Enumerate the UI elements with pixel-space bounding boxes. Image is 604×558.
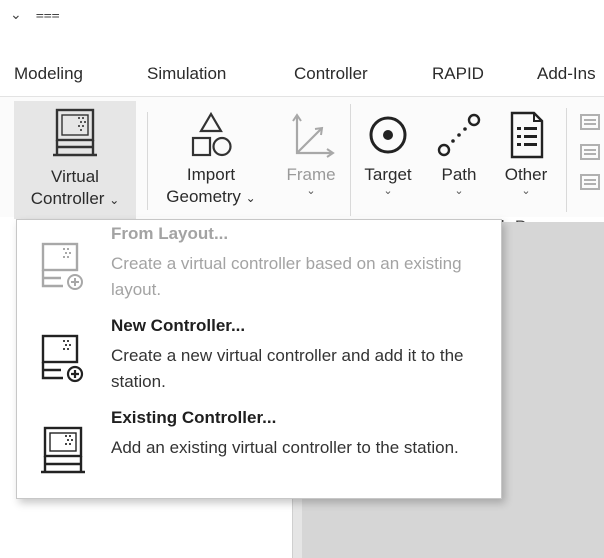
- menu-item-description: Add an existing virtual controller to th…: [111, 438, 459, 457]
- menu-item-description: Create a virtual controller based on an …: [111, 254, 462, 299]
- tab-simulation[interactable]: Simulation: [147, 64, 226, 84]
- import-geometry-button[interactable]: Import Geometry ⌄: [157, 101, 265, 209]
- quick-access-toolbar: ⌄ ⩶: [10, 6, 60, 23]
- menu-item-title: New Controller...: [111, 316, 246, 335]
- frame-icon: [292, 113, 335, 158]
- chevron-down-icon: ⌄: [454, 185, 464, 197]
- tab-rapid[interactable]: RAPID: [432, 64, 484, 84]
- menu-item-new-controller[interactable]: New Controller... Create a new virtual c…: [17, 312, 501, 402]
- from-layout-icon: [41, 242, 83, 290]
- menu-item-from-layout[interactable]: From Layout... Create a virtual controll…: [17, 220, 501, 310]
- target-button[interactable]: Target ⌄: [356, 101, 420, 197]
- tab-controller[interactable]: Controller: [294, 64, 368, 84]
- virtual-controller-label-line1: Virtual: [51, 167, 99, 186]
- target-icon: [369, 116, 407, 154]
- chevron-down-icon: ⌄: [245, 191, 256, 205]
- frame-button[interactable]: Frame ⌄: [276, 101, 346, 197]
- tab-modeling[interactable]: Modeling: [14, 64, 83, 84]
- path-icon: [437, 113, 481, 157]
- tab-add-ins[interactable]: Add-Ins: [537, 64, 596, 84]
- import-geometry-label-line1: Import: [186, 165, 236, 184]
- virtual-controller-label-line2: Controller ⌄: [30, 189, 120, 208]
- menu-item-description: Create a new virtual controller and add …: [111, 346, 464, 391]
- small-tool-icon[interactable]: [578, 172, 602, 194]
- other-button[interactable]: Other ⌄: [494, 101, 558, 197]
- small-tool-icon[interactable]: [578, 142, 602, 164]
- customize-toolbar-icon[interactable]: ⩶: [36, 6, 60, 23]
- frame-label: Frame: [286, 165, 336, 184]
- existing-controller-icon: [41, 426, 85, 474]
- menu-item-title: Existing Controller...: [111, 408, 277, 427]
- virtual-controller-menu: From Layout... Create a virtual controll…: [16, 219, 502, 499]
- quick-access-dropdown-icon[interactable]: ⌄: [10, 6, 22, 23]
- import-geometry-icon: [191, 111, 232, 157]
- virtual-controller-button[interactable]: Virtual Controller ⌄: [14, 101, 136, 219]
- ribbon-tabs: Modeling Simulation Controller RAPID Add…: [0, 60, 604, 90]
- menu-item-title: From Layout...: [111, 224, 229, 243]
- chevron-down-icon: ⌄: [109, 193, 120, 207]
- path-label: Path: [441, 165, 477, 184]
- import-geometry-label-line2: Geometry ⌄: [166, 187, 256, 206]
- small-tool-icon[interactable]: [578, 112, 602, 134]
- chevron-down-icon: ⌄: [383, 185, 393, 197]
- small-tools-column: [578, 112, 604, 194]
- ribbon-separator: [350, 104, 351, 216]
- document-list-icon: [510, 111, 544, 159]
- ribbon-separator: [147, 112, 148, 210]
- new-controller-icon: [41, 334, 84, 383]
- other-label: Other: [504, 165, 548, 184]
- path-button[interactable]: Path ⌄: [428, 101, 490, 197]
- menu-item-existing-controller[interactable]: Existing Controller... Add an existing v…: [17, 404, 501, 494]
- ribbon-separator: [566, 108, 567, 212]
- virtual-controller-icon: [53, 108, 97, 157]
- target-label: Target: [364, 165, 412, 184]
- chevron-down-icon: ⌄: [521, 185, 531, 197]
- chevron-down-icon: ⌄: [306, 185, 316, 197]
